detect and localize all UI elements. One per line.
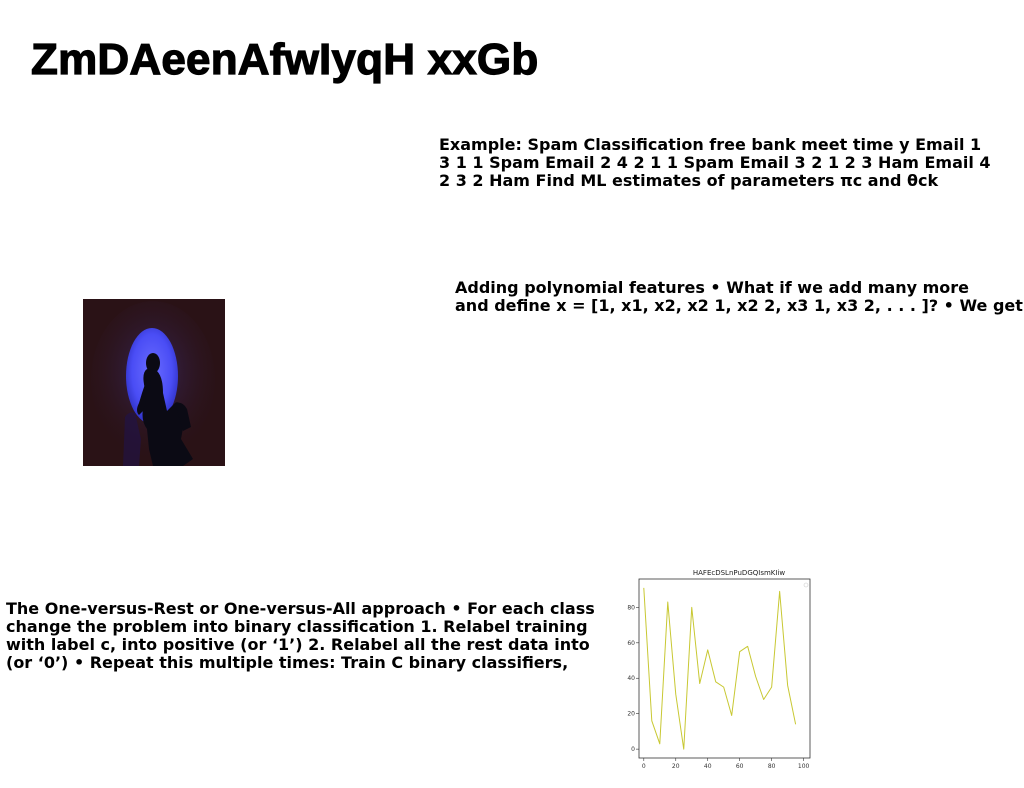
chart-title: HAFEcDSLnPuDGQIsmKIiw (693, 569, 786, 577)
x-tick-label: 0 (642, 763, 646, 770)
x-tick-label: 100 (798, 763, 810, 770)
y-tick-label: 0 (631, 746, 635, 753)
x-tick-label: 20 (672, 763, 680, 770)
spam-classification-text: Example: Spam Classification free bank m… (439, 135, 991, 190)
page-title: ZmDAeenAfwIyqH xxGb (30, 34, 539, 84)
y-tick-label: 20 (627, 711, 635, 718)
y-tick-label: 80 (627, 604, 635, 611)
y-tick-label: 40 (627, 675, 635, 682)
polynomial-features-text: Adding polynomial features • What if we … (455, 278, 1023, 315)
line-chart: HAFEcDSLnPuDGQIsmKIiw 0 20 40 60 80 100 0 20 40 6… (624, 564, 820, 774)
x-tick-label: 60 (736, 763, 744, 770)
x-tick-label: 80 (768, 763, 776, 770)
one-versus-rest-text: The One-versus-Rest or One-versus-All ap… (6, 599, 595, 672)
chart-background (624, 564, 820, 774)
person-silhouette-photo (83, 299, 225, 466)
x-tick-label: 40 (704, 763, 712, 770)
y-tick-label: 60 (627, 640, 635, 647)
